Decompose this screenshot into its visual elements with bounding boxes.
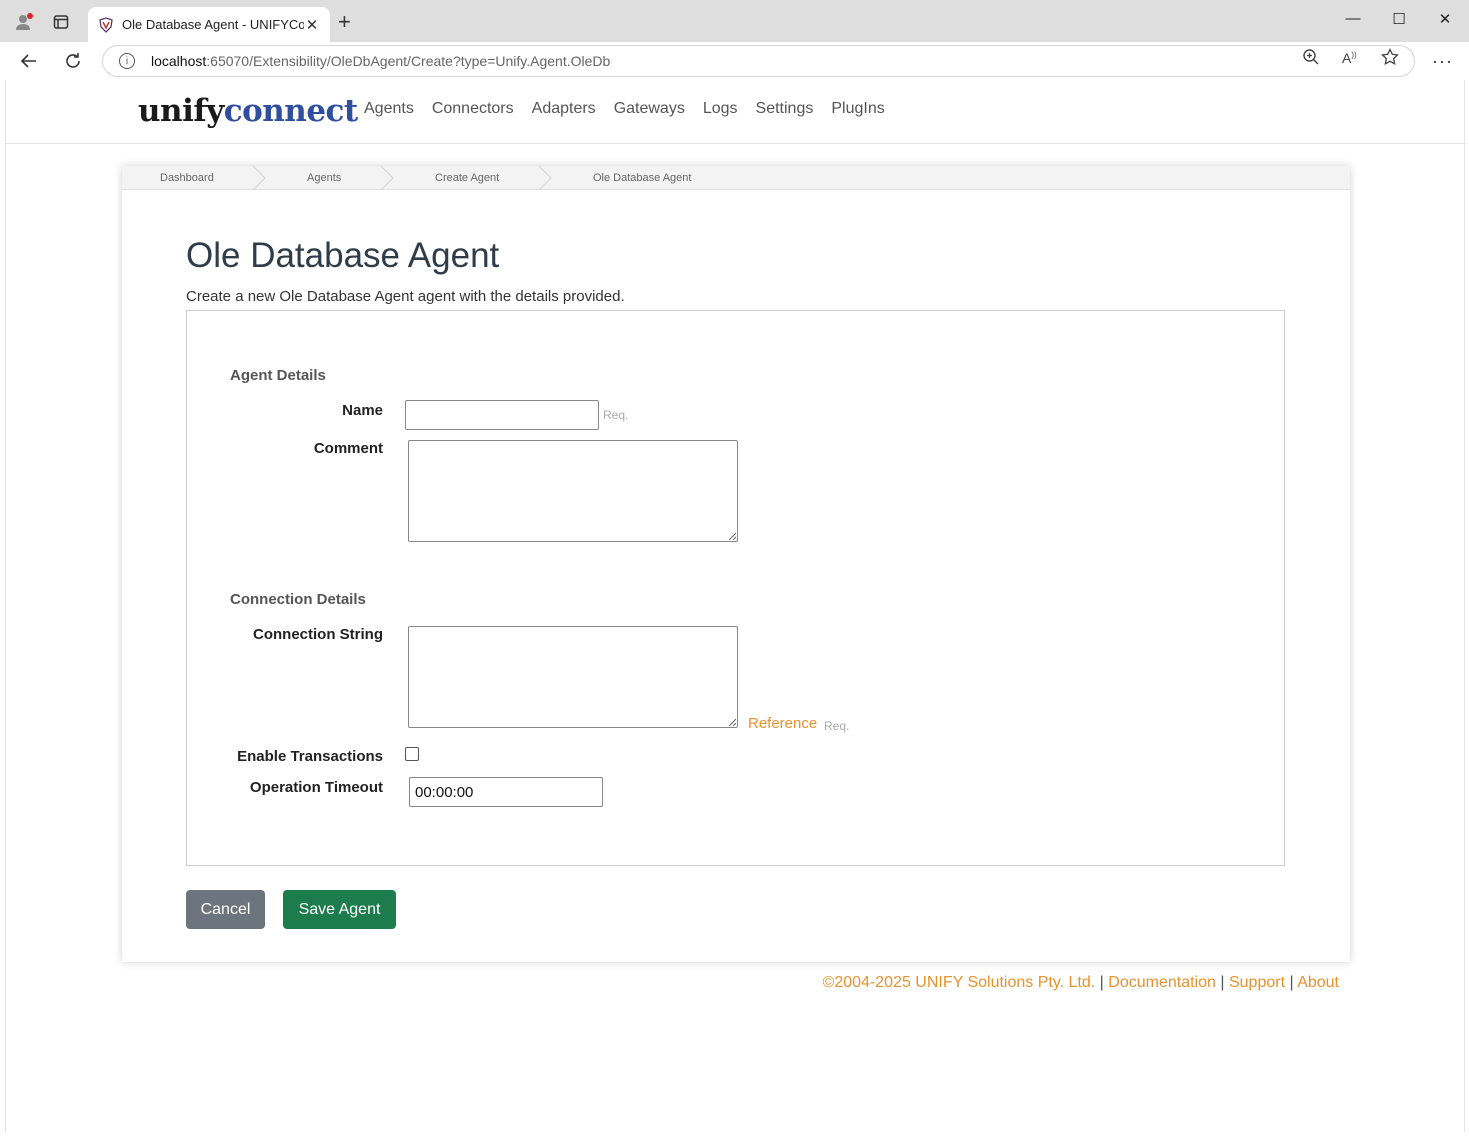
back-arrow-icon[interactable]	[17, 49, 41, 73]
read-aloud-icon[interactable]: A))	[1342, 50, 1357, 66]
tab-actions-icon[interactable]	[49, 10, 73, 34]
unifyconnect-logo[interactable]: unifyconnect	[138, 93, 358, 129]
name-required-hint: Req.	[603, 408, 629, 422]
footer-support-link[interactable]: Support	[1229, 974, 1285, 991]
comment-textarea[interactable]	[408, 440, 738, 542]
nav-logs[interactable]: Logs	[703, 100, 738, 118]
maximize-icon[interactable]: ☐	[1387, 10, 1411, 28]
resize-grip-icon[interactable]	[728, 718, 736, 726]
breadcrumb-separator-icon	[538, 166, 552, 190]
refresh-icon[interactable]	[61, 49, 85, 73]
save-agent-button[interactable]: Save Agent	[283, 890, 396, 929]
name-label: Name	[342, 402, 383, 419]
minimize-icon[interactable]: —	[1341, 10, 1365, 27]
footer-about-link[interactable]: About	[1297, 974, 1339, 991]
footer-separator: |	[1289, 974, 1294, 991]
content-card: Dashboard Agents Create Agent Ole Databa…	[122, 166, 1350, 962]
connection-string-required-hint: Req.	[824, 719, 850, 733]
address-bar[interactable]: i localhost:65070/Extensibility/OleDbAge…	[102, 45, 1415, 77]
breadcrumb-agents[interactable]: Agents	[307, 172, 341, 184]
footer-separator: |	[1099, 974, 1104, 991]
tab-title: Ole Database Agent - UNIFYConn	[122, 17, 304, 32]
nav-agents[interactable]: Agents	[364, 100, 414, 118]
footer-documentation-link[interactable]: Documentation	[1108, 974, 1216, 991]
resize-grip-icon[interactable]	[728, 532, 736, 540]
nav-plugins[interactable]: PlugIns	[831, 100, 884, 118]
agent-form: Agent Details Name Req. Comment Connecti…	[186, 310, 1285, 866]
comment-label: Comment	[313, 440, 383, 457]
browser-toolbar: i localhost:65070/Extensibility/OleDbAge…	[0, 42, 1469, 80]
profile-icon[interactable]	[12, 10, 36, 34]
enable-transactions-checkbox[interactable]	[405, 747, 419, 761]
operation-timeout-input[interactable]: 00:00:00	[409, 777, 603, 807]
breadcrumb-separator-icon	[380, 166, 394, 190]
connection-string-textarea[interactable]	[408, 626, 738, 728]
zoom-icon[interactable]	[1302, 48, 1320, 69]
connection-string-label: Connection String	[253, 626, 383, 643]
page-viewport: unifyconnect Agents Connectors Adapters …	[5, 80, 1466, 1132]
browser-tab-active[interactable]: Ole Database Agent - UNIFYConn ✕	[88, 7, 330, 42]
nav-settings[interactable]: Settings	[756, 100, 814, 118]
nav-connectors[interactable]: Connectors	[432, 100, 514, 118]
new-tab-icon[interactable]: +	[338, 10, 351, 34]
site-info-icon[interactable]: i	[119, 53, 135, 69]
nav-adapters[interactable]: Adapters	[532, 100, 596, 118]
favorite-star-icon[interactable]	[1381, 47, 1399, 69]
footer-copyright: ©2004-2025 UNIFY Solutions Pty. Ltd.	[822, 974, 1096, 991]
close-window-icon[interactable]: ✕	[1433, 10, 1457, 28]
site-footer: ©2004-2025 UNIFY Solutions Pty. Ltd. | D…	[823, 974, 1339, 992]
url-text: localhost:65070/Extensibility/OleDbAgent…	[151, 53, 611, 69]
site-header: unifyconnect Agents Connectors Adapters …	[6, 80, 1466, 144]
footer-separator: |	[1220, 974, 1225, 991]
page-description: Create a new Ole Database Agent agent wi…	[186, 288, 625, 305]
section-connection-details: Connection Details	[230, 591, 366, 608]
browser-tab-strip: Ole Database Agent - UNIFYConn ✕ + — ☐ ✕	[0, 0, 1469, 42]
breadcrumb-dashboard[interactable]: Dashboard	[160, 172, 214, 184]
breadcrumb-current: Ole Database Agent	[593, 172, 692, 184]
cancel-button[interactable]: Cancel	[186, 890, 265, 929]
site-favicon-icon	[98, 16, 114, 33]
name-input[interactable]	[405, 400, 599, 430]
main-nav: Agents Connectors Adapters Gateways Logs…	[364, 100, 885, 118]
operation-timeout-label: Operation Timeout	[249, 779, 383, 796]
breadcrumb: Dashboard Agents Create Agent Ole Databa…	[122, 166, 1350, 190]
breadcrumb-separator-icon	[252, 166, 266, 190]
more-options-icon[interactable]: ···	[1432, 51, 1453, 72]
close-tab-icon[interactable]: ✕	[304, 16, 320, 34]
enable-transactions-label: Enable Transactions	[237, 748, 383, 765]
reference-link[interactable]: Reference	[748, 715, 817, 732]
breadcrumb-create-agent[interactable]: Create Agent	[435, 172, 499, 184]
nav-gateways[interactable]: Gateways	[614, 100, 685, 118]
section-agent-details: Agent Details	[230, 367, 326, 384]
page-title: Ole Database Agent	[186, 236, 500, 275]
